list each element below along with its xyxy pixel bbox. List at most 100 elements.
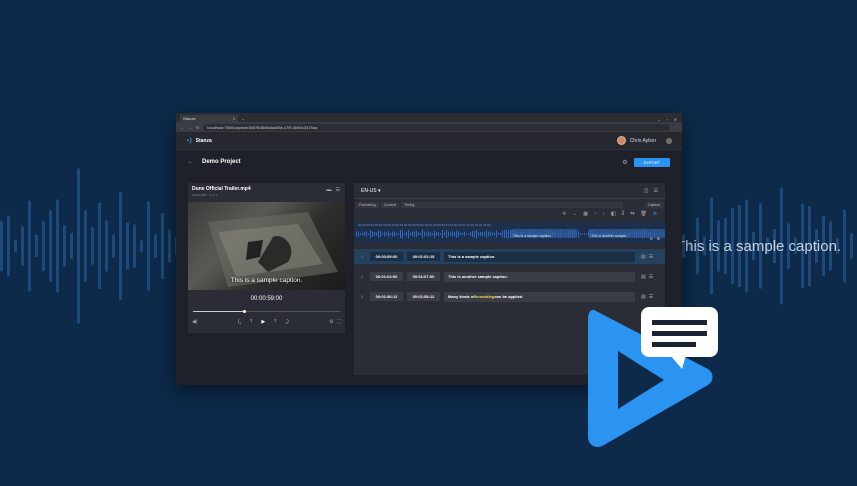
export-button[interactable]: EXPORT [633,157,670,167]
waveform-bar [376,232,377,236]
maximize-icon[interactable]: ▫ [666,117,667,122]
caption-row[interactable]: 2 00:01:04:00 00:01:07:00 This is anothe… [354,269,665,284]
waveform-bar [458,230,459,238]
split-view-icon[interactable]: ◫ [644,188,649,194]
waveform-bar [442,229,443,239]
browser-tab-title: Stanza [183,116,196,121]
gear-icon[interactable]: ⚙ [622,159,627,166]
close-icon[interactable]: × [233,116,235,121]
caption-row[interactable]: 1 00:00:59:00 00:01:02:15 This is a samp… [354,249,665,264]
help-icon[interactable]: ? [666,137,672,144]
avatar[interactable] [616,136,626,145]
settings-icon[interactable]: ⚙ [329,319,333,325]
back-icon[interactable]: ← [180,125,184,130]
merge-icon[interactable]: ◧ [611,211,616,217]
language-select[interactable]: EN-US ▾ [361,188,380,194]
caption-text-field[interactable]: Many kinds of formatting can be applied. [444,291,635,302]
waveform-bar [492,232,493,236]
menu-icon[interactable]: ☰ [336,187,340,193]
filter-icon[interactable]: ⊜ [653,211,657,217]
browser-tab[interactable]: Stanza × [180,115,238,122]
caption-settings-icon[interactable]: ▤ [641,254,646,260]
audio-waveform [356,229,665,239]
forward-icon[interactable]: → [188,125,192,130]
waveform-bar [126,222,129,270]
minimize-icon[interactable]: – [658,117,660,122]
tab-timing[interactable]: Timing [401,202,623,208]
video-player[interactable]: This is a sample caption. [188,202,345,290]
play-icon[interactable]: ▶ [261,319,265,325]
extensions-icon[interactable]: ⋮ [674,125,678,130]
folder-icon[interactable]: ▬ [327,187,332,193]
waveform-bar [580,232,581,236]
zoom-out-icon[interactable]: ⊖ [650,236,653,241]
start-time-field[interactable]: 00:00:59:00 [370,252,403,261]
reload-icon[interactable]: ↻ [196,125,199,130]
waveform-bar [498,232,499,236]
waveform-bar [500,232,501,236]
wave-caption-label[interactable]: This is another sample... [591,234,629,238]
row-menu-icon[interactable]: ☰ [649,274,653,280]
zoom-in-icon[interactable]: ⊕ [657,236,660,241]
waveform-bar [468,233,469,235]
arrow-down-icon[interactable]: ↓ [603,211,606,217]
row-menu-icon[interactable]: ☰ [649,294,653,300]
menu-icon[interactable]: ☰ [654,188,658,194]
scrubber-handle[interactable] [243,310,247,313]
tab-formatting[interactable]: Formatting [356,202,379,208]
waveform-bar [506,229,507,239]
caption-text-field[interactable]: This is another sample caption. [444,271,635,282]
waveform-bar [390,232,391,236]
arrow-up-icon[interactable]: ↑ [594,211,597,217]
user-name[interactable]: Chris Aylion [630,138,656,144]
waveform-bar [416,230,417,238]
window-close-icon[interactable]: ✕ [674,117,677,122]
previous-caption-icon[interactable]: ⤹ [238,319,241,325]
add-caption-icon[interactable]: ✛ [562,211,566,217]
end-time-field[interactable]: 00:01:07:00 [407,272,440,281]
waveform-bar [412,231,413,237]
overlay-caption: This is a sample caption. [676,238,842,255]
timeline-waveform[interactable]: 00:00:20:00 00:00:30:00 00:00:40:00 00:0… [354,222,665,244]
video-scrubber[interactable] [193,310,340,313]
project-bar: ← Demo Project ⚙ EXPORT [176,150,682,174]
waveform-bar [420,232,421,236]
rewind-icon[interactable]: ⤒ [250,319,252,325]
address-bar[interactable]: localhost:7800/caption/38576d849a8a4f3e-… [203,123,670,131]
start-time-field[interactable]: 00:01:04:00 [370,272,403,281]
back-arrow-icon[interactable]: ← [188,159,194,165]
split-icon[interactable]: ⁑ [622,211,625,217]
waveform-bar [404,233,405,235]
end-time-field[interactable]: 00:01:58:12 [407,292,440,301]
wave-caption-label[interactable]: This is a sample caption. [513,234,552,238]
waveform-bar [850,233,853,259]
waveform-bar [502,230,503,238]
waveform-bar [7,215,10,277]
next-caption-icon[interactable]: ⤸ [285,319,288,325]
caption-settings-icon[interactable]: ▤ [641,274,646,280]
caption-settings-icon[interactable]: ▤ [641,294,646,300]
waveform-bar [486,230,487,238]
waveform-bar [56,199,59,293]
waveform-bar [402,229,403,239]
waveform-bar [464,231,465,237]
caption-text-field[interactable]: This is a sample caption. [444,251,635,262]
tab-content[interactable]: Content [380,202,399,208]
caption-row[interactable]: 3 00:01:56:12 00:01:58:12 Many kinds of … [354,289,665,304]
forward-icon[interactable]: ⤒ [274,319,276,325]
expand-icon[interactable]: ↔ [572,211,577,217]
trash-icon[interactable]: 🗑 [640,211,646,217]
sort-icon[interactable]: ⇆ [630,211,634,217]
waveform-bar [84,210,87,282]
end-time-field[interactable]: 00:01:02:15 [407,252,440,261]
start-time-field[interactable]: 00:01:56:12 [370,292,403,301]
grid-icon[interactable]: ▦ [583,211,588,217]
volume-icon[interactable]: ◀) [192,319,198,325]
tab-caption[interactable]: Caption [644,202,663,208]
waveform-bar [21,226,24,266]
waveform-bar [372,231,373,237]
row-menu-icon[interactable]: ☰ [649,254,653,260]
waveform-bar [408,229,409,239]
fullscreen-icon[interactable]: ⛶ [337,319,341,325]
new-tab-button[interactable]: + [238,117,248,122]
